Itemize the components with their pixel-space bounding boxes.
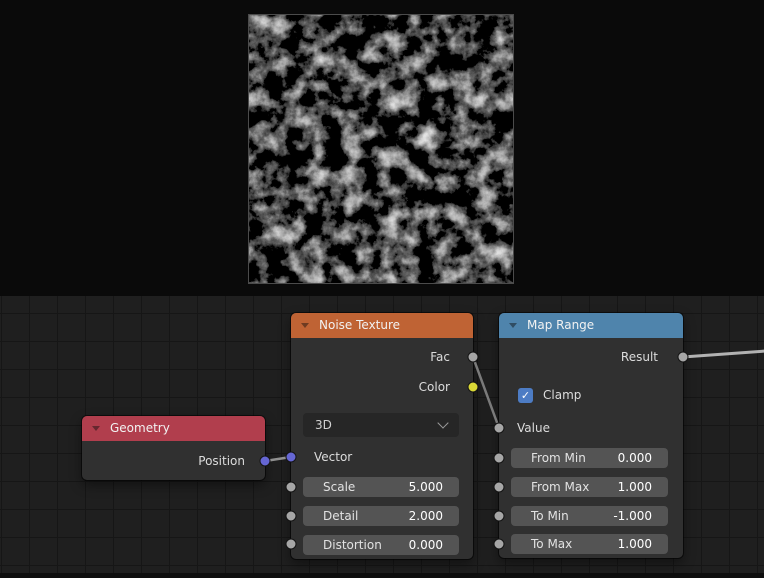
node-map-range[interactable]: Map Range Result ✓ Clamp Value From Min … xyxy=(499,313,683,558)
noise-preview-svg xyxy=(249,15,513,283)
slider-label: To Min xyxy=(531,509,569,523)
slider-label: Scale xyxy=(323,480,355,494)
slider-label: To Max xyxy=(531,537,572,551)
wire-result-to-offscreen xyxy=(683,351,764,357)
socket-geometry-position-output[interactable] xyxy=(260,456,271,467)
node-title: Noise Texture xyxy=(319,318,400,332)
node-title: Geometry xyxy=(110,421,170,435)
node-noise-texture[interactable]: Noise Texture Fac Color 3D Vector Scale … xyxy=(291,313,473,559)
node-title: Map Range xyxy=(527,318,594,332)
from-max-slider[interactable]: From Max 1.000 xyxy=(511,477,668,497)
slider-value: -1.000 xyxy=(613,509,652,523)
detail-slider[interactable]: Detail 2.000 xyxy=(303,506,459,526)
socket-noise-vector-input[interactable] xyxy=(286,452,297,463)
input-label-value: Value xyxy=(499,420,683,436)
clamp-checkbox[interactable]: ✓ xyxy=(518,388,533,403)
node-map-range-header[interactable]: Map Range xyxy=(499,313,683,338)
output-label-fac: Fac xyxy=(291,349,473,365)
socket-maprange-value-input[interactable] xyxy=(494,423,505,434)
dropdown-value: 3D xyxy=(315,418,332,432)
wire-fac-to-value xyxy=(473,357,499,428)
preview-area xyxy=(0,0,764,296)
socket-noise-scale-input[interactable] xyxy=(286,482,297,493)
input-label-vector: Vector xyxy=(291,449,473,465)
to-min-slider[interactable]: To Min -1.000 xyxy=(511,506,668,526)
socket-noise-color-output[interactable] xyxy=(468,382,479,393)
output-label-color: Color xyxy=(291,379,473,395)
slider-value: 1.000 xyxy=(618,480,652,494)
node-geometry-header[interactable]: Geometry xyxy=(82,416,265,441)
slider-value: 1.000 xyxy=(618,537,652,551)
slider-value: 0.000 xyxy=(409,538,443,552)
chevron-down-icon xyxy=(437,417,448,428)
output-label-result: Result xyxy=(499,349,683,365)
clamp-row: ✓ Clamp xyxy=(518,387,581,403)
dimensions-dropdown[interactable]: 3D xyxy=(303,413,459,437)
from-min-slider[interactable]: From Min 0.000 xyxy=(511,448,668,468)
to-max-slider[interactable]: To Max 1.000 xyxy=(511,534,668,554)
area-divider[interactable] xyxy=(0,573,764,578)
slider-value: 2.000 xyxy=(409,509,443,523)
socket-noise-distortion-input[interactable] xyxy=(286,539,297,550)
socket-maprange-result-output[interactable] xyxy=(678,352,689,363)
check-icon: ✓ xyxy=(521,388,530,403)
socket-maprange-from-max-input[interactable] xyxy=(494,482,505,493)
socket-maprange-from-min-input[interactable] xyxy=(494,453,505,464)
clamp-label: Clamp xyxy=(543,388,581,402)
node-noise-texture-header[interactable]: Noise Texture xyxy=(291,313,473,338)
slider-label: Distortion xyxy=(323,538,382,552)
node-editor-canvas[interactable]: Geometry Position Noise Texture Fac Colo… xyxy=(0,296,764,573)
slider-label: From Min xyxy=(531,451,586,465)
socket-noise-detail-input[interactable] xyxy=(286,511,297,522)
socket-maprange-to-max-input[interactable] xyxy=(494,539,505,550)
noise-preview-image xyxy=(248,14,514,284)
blender-node-editor-screen: Geometry Position Noise Texture Fac Colo… xyxy=(0,0,764,578)
slider-label: From Max xyxy=(531,480,589,494)
distortion-slider[interactable]: Distortion 0.000 xyxy=(303,535,459,555)
socket-maprange-to-min-input[interactable] xyxy=(494,511,505,522)
collapse-arrow-icon[interactable] xyxy=(509,323,517,328)
slider-label: Detail xyxy=(323,509,358,523)
slider-value: 0.000 xyxy=(618,451,652,465)
collapse-arrow-icon[interactable] xyxy=(301,323,309,328)
slider-value: 5.000 xyxy=(409,480,443,494)
node-geometry[interactable]: Geometry Position xyxy=(82,416,265,480)
collapse-arrow-icon[interactable] xyxy=(92,426,100,431)
socket-noise-fac-output[interactable] xyxy=(468,352,479,363)
scale-slider[interactable]: Scale 5.000 xyxy=(303,477,459,497)
output-label-position: Position xyxy=(82,453,265,469)
